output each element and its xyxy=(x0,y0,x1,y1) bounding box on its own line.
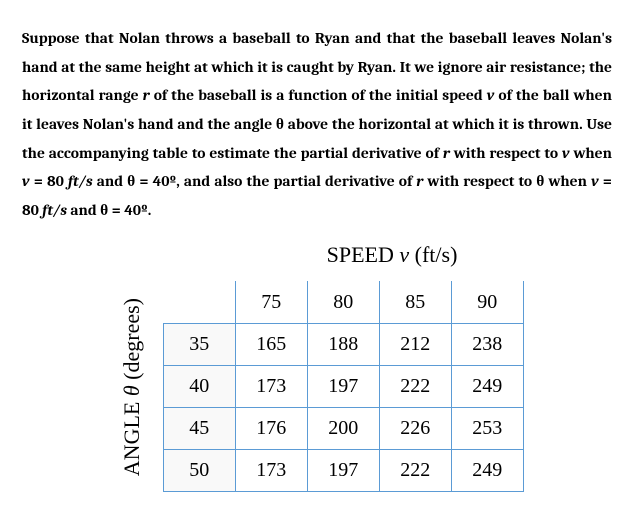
row-header: 40 xyxy=(163,365,235,407)
table-cell: 173 xyxy=(235,365,307,407)
table-cell: 249 xyxy=(451,449,523,491)
table-row: 50 173 197 222 249 xyxy=(163,449,523,491)
table-cell: 212 xyxy=(379,323,451,365)
table-cell: 197 xyxy=(307,449,379,491)
table-cell: 200 xyxy=(307,407,379,449)
table-header-row: 75 80 85 90 xyxy=(163,281,523,323)
table-cell: 165 xyxy=(235,323,307,365)
table-row: 45 176 200 226 253 xyxy=(163,407,523,449)
col-header: 75 xyxy=(235,281,307,323)
problem-text: Suppose that Nolan throws a baseball to … xyxy=(22,24,612,225)
range-table: 75 80 85 90 35 165 188 212 238 40 173 19… xyxy=(163,281,524,492)
row-header: 45 xyxy=(163,407,235,449)
table-cell: 197 xyxy=(307,365,379,407)
table-row: 35 165 188 212 238 xyxy=(163,323,523,365)
table-corner xyxy=(163,281,235,323)
table-cell: 253 xyxy=(451,407,523,449)
row-header: 35 xyxy=(163,323,235,365)
table-cell: 249 xyxy=(451,365,523,407)
col-header: 80 xyxy=(307,281,379,323)
angle-axis-label: ANGLE θ (degrees) xyxy=(112,298,153,476)
table-cell: 222 xyxy=(379,365,451,407)
row-header: 50 xyxy=(163,449,235,491)
table-row: 40 173 197 222 249 xyxy=(163,365,523,407)
table-wrap: ANGLE θ (degrees) 75 80 85 90 35 165 188… xyxy=(112,281,612,492)
table-cell: 226 xyxy=(379,407,451,449)
table-cell: 188 xyxy=(307,323,379,365)
table-cell: 222 xyxy=(379,449,451,491)
table-cell: 238 xyxy=(451,323,523,365)
col-header: 90 xyxy=(451,281,523,323)
table-cell: 173 xyxy=(235,449,307,491)
speed-axis-label: SPEED v (ft/s) xyxy=(172,235,612,276)
col-header: 85 xyxy=(379,281,451,323)
table-cell: 176 xyxy=(235,407,307,449)
